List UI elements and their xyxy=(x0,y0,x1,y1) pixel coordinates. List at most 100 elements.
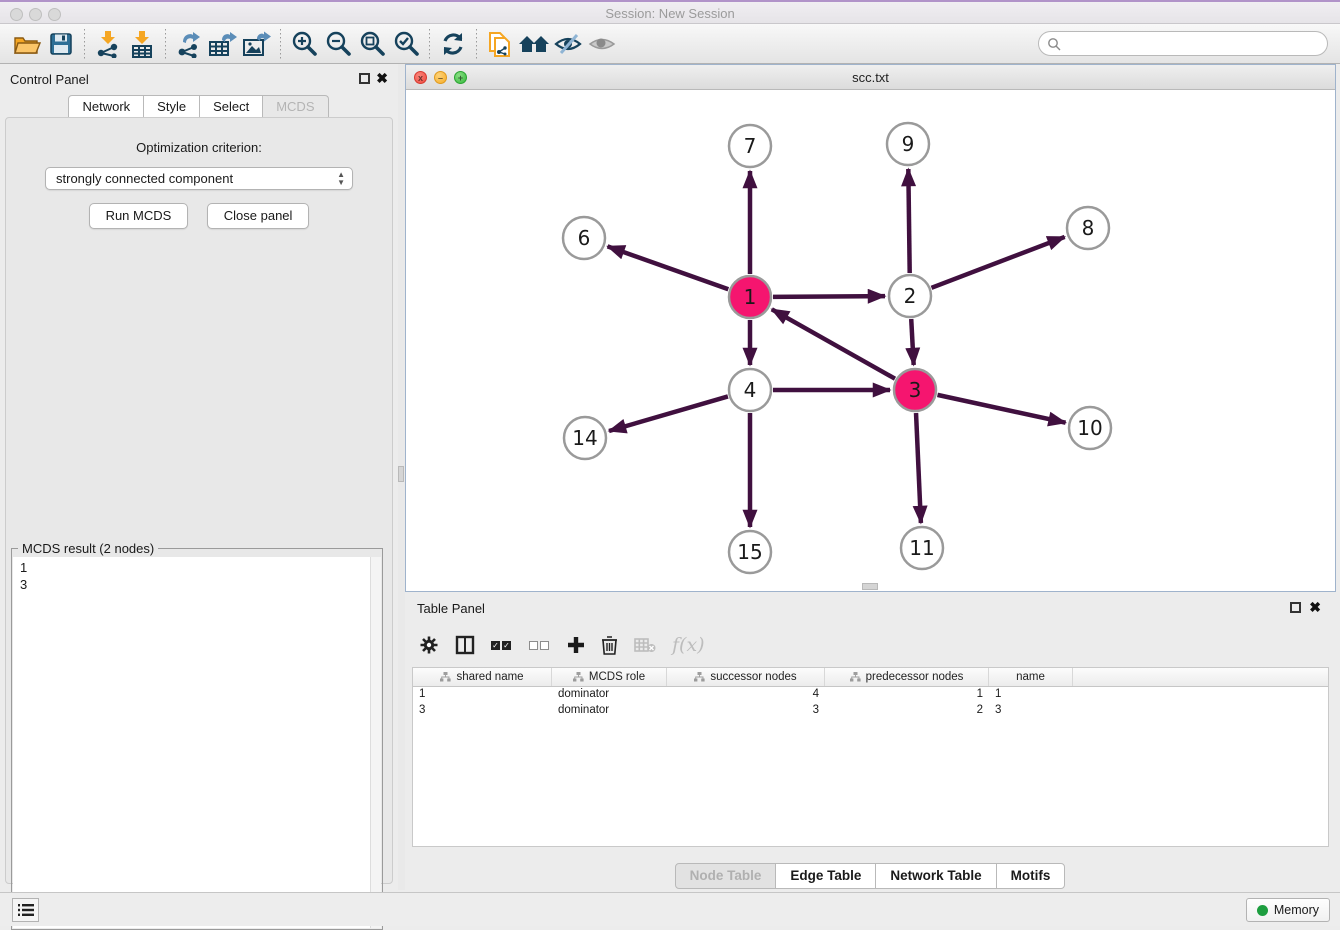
columns-icon xyxy=(455,635,475,655)
float-table-panel-icon[interactable] xyxy=(1290,602,1301,613)
cell-shared-name[interactable]: 3 xyxy=(413,703,552,719)
show-all-button[interactable] xyxy=(585,28,619,60)
table-settings-button[interactable] xyxy=(419,632,439,658)
export-table-button[interactable] xyxy=(206,28,240,60)
clone-network-button[interactable] xyxy=(483,28,517,60)
tab-node-table[interactable]: Node Table xyxy=(675,863,777,889)
tab-network[interactable]: Network xyxy=(68,95,144,119)
edge-4-14[interactable] xyxy=(609,396,728,431)
zoom-in-button[interactable] xyxy=(287,28,321,60)
cell-name[interactable]: 3 xyxy=(989,703,1073,719)
node-10[interactable]: 10 xyxy=(1069,407,1111,449)
column-header-MCDS-role[interactable]: MCDS role xyxy=(552,668,667,686)
function-builder-button[interactable]: f(x) xyxy=(672,632,705,658)
column-header-predecessor-nodes[interactable]: predecessor nodes xyxy=(825,668,989,686)
network-canvas[interactable]: 7 9 6 8 1 2 4 3 14 10 15 11 xyxy=(406,90,1335,591)
select-all-button[interactable]: ✓ ✓ xyxy=(491,632,513,658)
node-11[interactable]: 11 xyxy=(901,527,943,569)
edge-2-9[interactable] xyxy=(908,169,909,273)
table-row[interactable]: 1dominator411 xyxy=(413,687,1328,703)
criterion-select[interactable]: strongly connected component ▲▼ xyxy=(45,167,353,190)
import-network-button[interactable] xyxy=(91,28,125,60)
show-panels-button[interactable] xyxy=(12,898,39,922)
horizontal-splitter-grip[interactable] xyxy=(862,583,878,590)
cell-MCDS-role[interactable]: dominator xyxy=(552,687,667,703)
tab-network-table[interactable]: Network Table xyxy=(875,863,996,889)
trash-icon xyxy=(601,635,618,655)
delete-table-button[interactable] xyxy=(634,632,656,658)
edge-2-3[interactable] xyxy=(911,319,913,365)
cell-predecessor-nodes[interactable]: 1 xyxy=(825,687,989,703)
mcds-result-text[interactable]: 1 3 xyxy=(13,557,381,928)
close-table-panel-icon[interactable]: ✖ xyxy=(1309,599,1321,616)
tab-motifs[interactable]: Motifs xyxy=(996,863,1066,889)
zoom-fit-button[interactable] xyxy=(355,28,389,60)
node-4[interactable]: 4 xyxy=(729,369,771,411)
show-columns-button[interactable] xyxy=(455,632,475,658)
cell-successor-nodes[interactable]: 3 xyxy=(667,703,825,719)
tab-select[interactable]: Select xyxy=(199,95,263,119)
export-image-button[interactable] xyxy=(240,28,274,60)
edge-1-2[interactable] xyxy=(773,296,885,297)
edge-3-1[interactable] xyxy=(772,309,895,378)
zoom-out-button[interactable] xyxy=(321,28,355,60)
search-input[interactable] xyxy=(1061,36,1327,51)
tab-edge-table[interactable]: Edge Table xyxy=(775,863,876,889)
node-15[interactable]: 15 xyxy=(729,531,771,573)
delete-column-button[interactable] xyxy=(601,632,618,658)
mcds-result-group: MCDS result (2 nodes) 1 3 xyxy=(11,548,383,930)
cell-successor-nodes[interactable]: 4 xyxy=(667,687,825,703)
open-file-button[interactable] xyxy=(10,28,44,60)
add-column-button[interactable] xyxy=(567,632,585,658)
node-14[interactable]: 14 xyxy=(564,417,606,459)
cell-name[interactable]: 1 xyxy=(989,687,1073,703)
node-2[interactable]: 2 xyxy=(889,275,931,317)
table-row[interactable]: 3dominator323 xyxy=(413,703,1328,719)
home-layout-button[interactable] xyxy=(517,28,551,60)
import-table-button[interactable] xyxy=(125,28,159,60)
edge-3-10[interactable] xyxy=(937,395,1065,423)
cell-MCDS-role[interactable]: dominator xyxy=(552,703,667,719)
node-9[interactable]: 9 xyxy=(887,123,929,165)
close-panel-icon[interactable]: ✖ xyxy=(376,70,388,87)
edge-2-8[interactable] xyxy=(931,237,1064,288)
save-icon xyxy=(49,32,73,56)
tab-mcds[interactable]: MCDS xyxy=(262,95,328,119)
close-panel-button[interactable]: Close panel xyxy=(207,203,310,229)
column-header-successor-nodes[interactable]: successor nodes xyxy=(667,668,825,686)
export-table-icon xyxy=(208,30,238,58)
search-box[interactable] xyxy=(1038,31,1328,56)
cell-predecessor-nodes[interactable]: 2 xyxy=(825,703,989,719)
mcds-panel: Optimization criterion: strongly connect… xyxy=(5,117,393,884)
column-header-name[interactable]: name xyxy=(989,668,1073,686)
splitter-grip[interactable] xyxy=(398,466,404,482)
vertical-splitter[interactable] xyxy=(398,64,405,890)
node-8[interactable]: 8 xyxy=(1067,207,1109,249)
edge-1-6[interactable] xyxy=(608,246,729,289)
save-session-button[interactable] xyxy=(44,28,78,60)
node-6[interactable]: 6 xyxy=(563,217,605,259)
refresh-button[interactable] xyxy=(436,28,470,60)
tab-style[interactable]: Style xyxy=(143,95,200,119)
hide-selected-button[interactable] xyxy=(551,28,585,60)
run-mcds-button[interactable]: Run MCDS xyxy=(89,203,189,229)
list-icon xyxy=(18,903,34,917)
zoom-selected-button[interactable] xyxy=(389,28,423,60)
mcds-result-scrollbar[interactable] xyxy=(370,557,381,928)
eye-slash-icon xyxy=(553,32,583,56)
export-network-button[interactable] xyxy=(172,28,206,60)
checked-box-icon: ✓ xyxy=(502,641,511,650)
cell-shared-name[interactable]: 1 xyxy=(413,687,552,703)
float-panel-icon[interactable] xyxy=(359,73,370,84)
memory-button[interactable]: Memory xyxy=(1246,898,1330,922)
column-header-shared-name[interactable]: shared name xyxy=(413,668,552,686)
svg-text:9: 9 xyxy=(902,132,915,156)
node-7[interactable]: 7 xyxy=(729,125,771,167)
node-1[interactable]: 1 xyxy=(729,276,771,318)
node-3[interactable]: 3 xyxy=(894,369,936,411)
edge-3-11[interactable] xyxy=(916,413,921,523)
node-table-header: shared nameMCDS rolesuccessor nodesprede… xyxy=(413,668,1328,687)
control-panel-tabs: NetworkStyleSelectMCDS xyxy=(0,95,398,117)
unselect-all-button[interactable] xyxy=(529,632,551,658)
svg-text:2: 2 xyxy=(904,284,917,308)
